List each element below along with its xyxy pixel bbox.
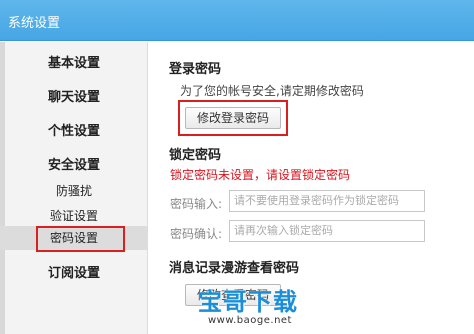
lock-password-warning: 锁定密码未设置，请设置锁定密码 — [170, 168, 351, 182]
sidebar-item-verification[interactable]: 验证设置 — [0, 207, 148, 224]
watermark-url: www.baoge.net — [208, 315, 292, 326]
lock-password-title: 锁定密码 — [169, 148, 222, 163]
sidebar-item-security[interactable]: 安全设置 — [0, 154, 148, 173]
sidebar-item-subscription[interactable]: 订阅设置 — [0, 262, 148, 281]
sidebar-password-highlight — [36, 226, 125, 252]
lock-password-input[interactable]: 请不要使用登录密码作为锁定密码 — [229, 190, 425, 212]
login-password-title: 登录密码 — [169, 62, 222, 77]
lock-password-confirm-input[interactable]: 请再次输入锁定密码 — [229, 220, 425, 242]
watermark-logo-text: 宝哥下载 — [198, 288, 298, 316]
login-password-button-highlight — [178, 100, 288, 136]
lock-password-input-label: 密码输入: — [170, 197, 223, 211]
title-bar: 系统设置 — [0, 0, 474, 41]
sidebar-item-chat[interactable]: 聊天设置 — [0, 86, 148, 105]
watermark: 宝哥下载 www.baoge.net — [188, 282, 328, 334]
lock-password-confirm-label: 密码确认: — [170, 227, 223, 241]
sidebar-item-anti-harassment[interactable]: 防骚扰 — [0, 182, 148, 199]
window-title: 系统设置 — [8, 16, 61, 31]
roaming-password-title: 消息记录漫游查看密码 — [169, 261, 300, 276]
login-password-description: 为了您的帐号安全,请定期修改密码 — [180, 84, 364, 98]
sidebar-item-personal[interactable]: 个性设置 — [0, 120, 148, 139]
sidebar-item-basic[interactable]: 基本设置 — [0, 52, 148, 71]
